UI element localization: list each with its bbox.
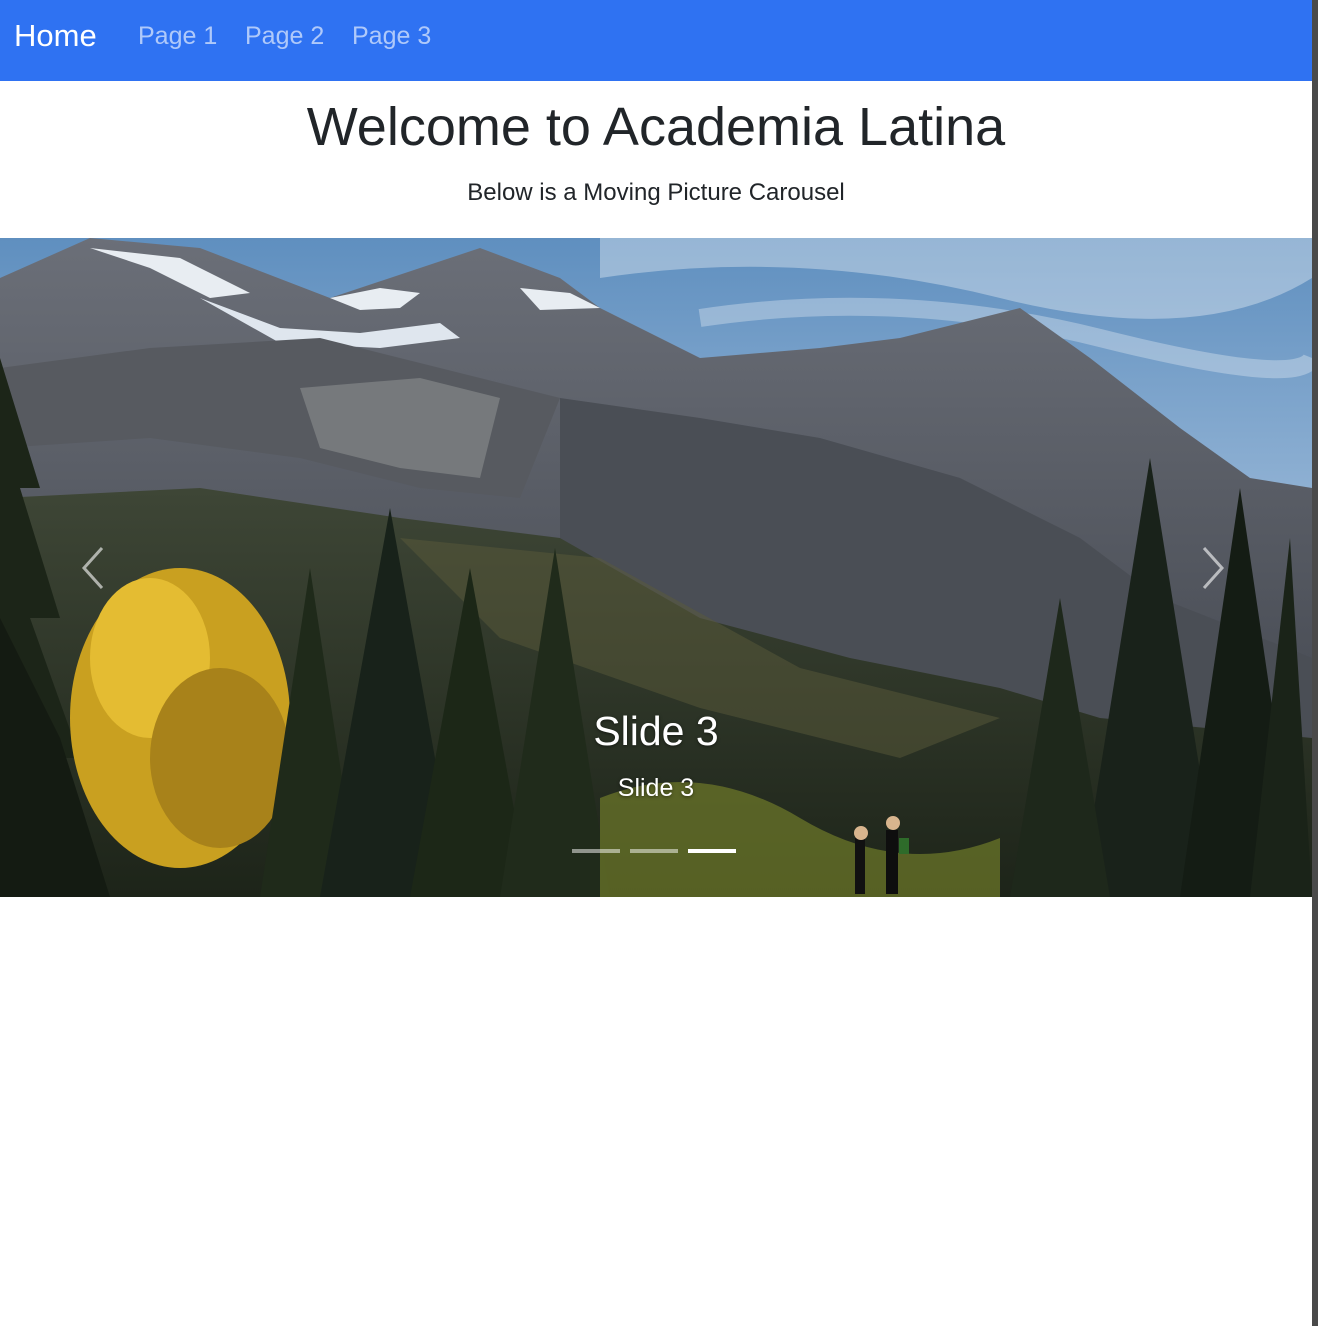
carousel-indicators <box>572 849 742 857</box>
nav-brand-home[interactable]: Home <box>14 17 97 55</box>
chevron-right-icon <box>1202 546 1225 590</box>
carousel-caption-text: Slide 3 <box>617 774 695 802</box>
nav-link-page-3[interactable]: Page 3 <box>352 20 431 52</box>
nav-link-page-1[interactable]: Page 1 <box>138 20 217 52</box>
chevron-left-icon <box>81 546 104 590</box>
carousel-prev-button[interactable] <box>72 538 112 598</box>
page-title: Welcome to Academia Latina <box>306 97 1006 157</box>
carousel-indicator-2[interactable] <box>630 849 678 853</box>
carousel-indicator-3-active[interactable] <box>688 849 736 853</box>
page: Home Page 1 Page 2 Page 3 Welcome to Aca… <box>0 0 1312 1326</box>
carousel-caption-title: Slide 3 <box>593 708 719 754</box>
image-carousel: Slide 3 Slide 3 <box>0 238 1312 897</box>
window-edge <box>1312 0 1318 1326</box>
page-subtitle: Below is a Moving Picture Carousel <box>467 179 845 206</box>
nav-link-page-2[interactable]: Page 2 <box>245 20 324 52</box>
navbar: Home Page 1 Page 2 Page 3 <box>0 0 1312 81</box>
carousel-next-button[interactable] <box>1194 538 1234 598</box>
carousel-indicator-1[interactable] <box>572 849 620 853</box>
